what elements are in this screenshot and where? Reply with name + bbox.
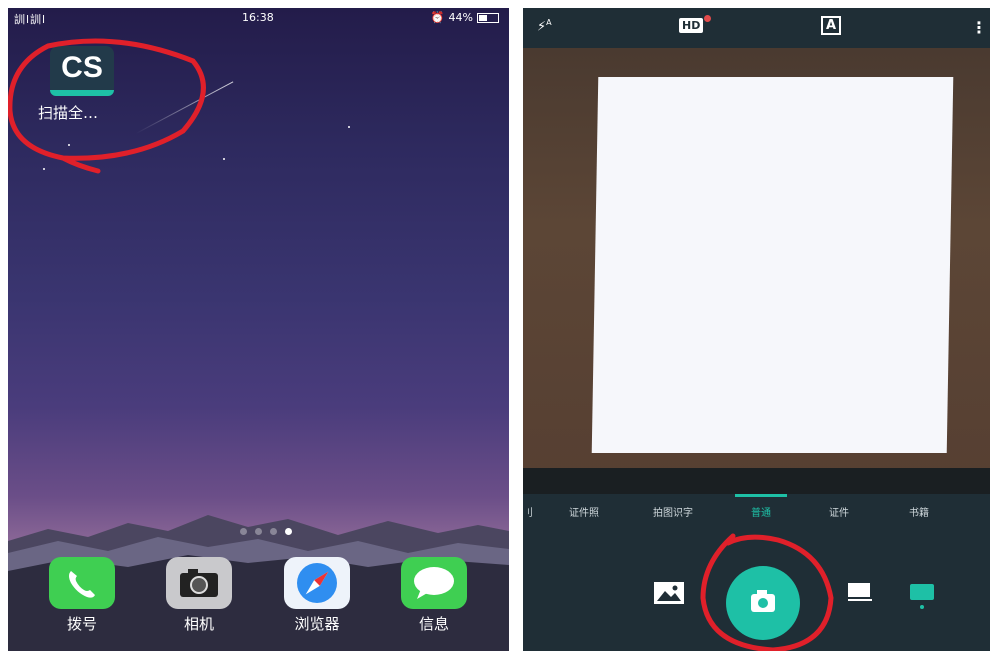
batch-shot-icon[interactable] [908,582,938,612]
hd-label: HD [679,18,704,33]
gallery-icon[interactable] [653,581,685,607]
battery-percent: 44% [448,11,473,24]
compass-icon [284,557,350,609]
mode-tab-id-photo[interactable]: 证件照 [569,504,599,519]
star [348,126,350,128]
dock-label: 相机 [183,615,214,633]
dock-browser[interactable]: 浏览器 [283,557,351,634]
dock-phone[interactable]: 拨号 [48,557,116,634]
single-shot-icon[interactable] [847,582,873,604]
dock-messages[interactable]: 信息 [400,557,468,634]
clock: 16:38 [242,11,274,24]
dock-label: 信息 [418,615,449,633]
camera-icon [751,590,775,612]
scanner-screen: ⚡A HD A ⋮ 刂 证件照 拍图识字 普通 证件 书籍 [523,8,990,651]
signal-icon: 訓l訓l [14,13,47,26]
mode-tab-book[interactable]: 书籍 [909,504,929,519]
camera-top-bar: ⚡A HD A ⋮ [523,8,990,48]
star [43,168,45,170]
mode-tabs: 刂 证件照 拍图识字 普通 证件 书籍 [523,496,990,526]
star [223,158,225,160]
app-icon-text: CS [61,51,103,84]
camera-icon [166,557,232,609]
mode-tab-id-card[interactable]: 证件 [829,504,849,519]
mode-tab-ocr[interactable]: 拍图识字 [653,504,693,519]
mode-tab-normal[interactable]: 普通 [751,504,771,519]
status-bar: 訓l訓l 16:38 ⏰ 44% [8,8,509,28]
page-dot[interactable] [270,528,277,535]
hd-notification-dot [704,15,711,22]
camera-viewfinder[interactable] [523,48,990,494]
mode-tab-cropped[interactable]: 刂 [523,504,533,519]
page-dot[interactable] [240,528,247,535]
document-paper [591,77,954,453]
dock-camera[interactable]: 相机 [165,557,233,634]
message-icon [401,557,467,609]
alarm-icon: ⏰ [430,11,445,24]
star [68,144,70,146]
dock-label: 拨号 [66,615,97,633]
phone-icon [49,557,115,609]
app-label: 扫描全… [38,104,99,122]
text-mode-icon[interactable]: A [821,16,842,35]
battery-icon [477,12,499,23]
shooting-star [135,81,234,134]
camscanner-app-icon[interactable]: CS [50,46,114,96]
home-screen: 訓l訓l 16:38 ⏰ 44% CS 扫描全… 拨号 相机 浏览器 信息 [8,8,509,651]
desk-edge [523,468,990,494]
text-mode-label: A [821,16,842,35]
dock-label: 浏览器 [294,615,340,633]
dock: 拨号 相机 浏览器 信息 [8,551,509,651]
more-menu-icon[interactable]: ⋮ [971,18,987,37]
page-dot-active[interactable] [285,528,292,535]
hd-toggle[interactable]: HD [679,18,704,33]
flash-auto-icon[interactable]: ⚡A [537,18,552,34]
page-dot[interactable] [255,528,262,535]
shutter-button[interactable] [726,566,800,640]
page-indicator[interactable] [240,528,292,535]
